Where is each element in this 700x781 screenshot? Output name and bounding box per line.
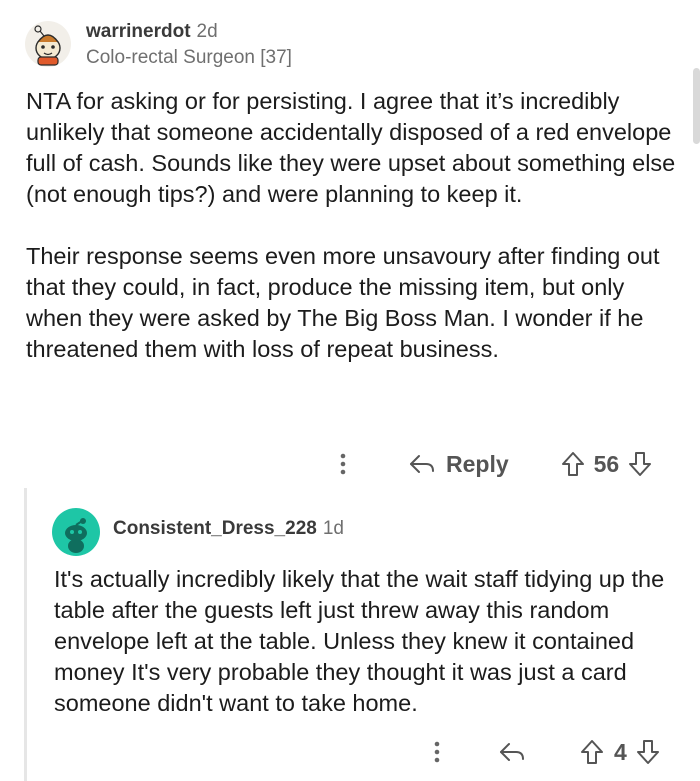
vote-score: 56: [593, 450, 620, 477]
user-flair: Colo-rectal Surgeon [37]: [86, 47, 292, 68]
more-vertical-icon: [434, 741, 440, 763]
more-options-button[interactable]: [330, 453, 356, 475]
comment-body: NTA for asking or for persisting. I agre…: [26, 86, 676, 365]
reply-arrow-icon: [500, 743, 524, 761]
snoo-avatar-teal-icon: [52, 508, 100, 556]
downvote-arrow-icon: [629, 452, 652, 476]
scrollbar[interactable]: [693, 68, 700, 144]
downvote-arrow-icon: [636, 740, 659, 764]
comment-age: 2d: [196, 21, 218, 42]
upvote-button[interactable]: [561, 451, 585, 477]
reply-arrow-icon: [410, 455, 434, 473]
comment-actions: 4: [424, 735, 660, 769]
upvote-arrow-icon: [561, 452, 584, 476]
reply-button[interactable]: Reply: [408, 451, 509, 478]
downvote-button[interactable]: [628, 451, 652, 477]
comment-paragraph: Their response seems even more unsavoury…: [26, 243, 660, 362]
downvote-button[interactable]: [636, 739, 660, 765]
upvote-button[interactable]: [580, 739, 604, 765]
user-avatar[interactable]: [24, 20, 72, 68]
thread-line[interactable]: [24, 488, 27, 781]
comment-paragraph: NTA for asking or for persisting. I agre…: [26, 88, 676, 207]
comment-header: Consistent_Dress_228 1d: [113, 518, 344, 540]
more-options-button[interactable]: [424, 741, 450, 763]
comment-body: It's actually incredibly likely that the…: [54, 564, 679, 719]
user-avatar[interactable]: [52, 508, 100, 556]
comment-age: 1d: [322, 518, 344, 539]
reply-label: Reply: [446, 450, 509, 477]
comment-actions: Reply 56: [330, 447, 652, 481]
upvote-arrow-icon: [581, 740, 603, 764]
more-vertical-icon: [340, 453, 346, 475]
vote-score: 4: [614, 738, 627, 765]
username[interactable]: warrinerdot: [86, 21, 191, 43]
comment-header: warrinerdot 2d: [86, 21, 218, 43]
username[interactable]: Consistent_Dress_228: [113, 518, 317, 540]
snoo-avatar-costume-icon: [25, 21, 71, 67]
comment-paragraph: It's actually incredibly likely that the…: [54, 566, 665, 716]
reply-button[interactable]: [498, 741, 526, 763]
